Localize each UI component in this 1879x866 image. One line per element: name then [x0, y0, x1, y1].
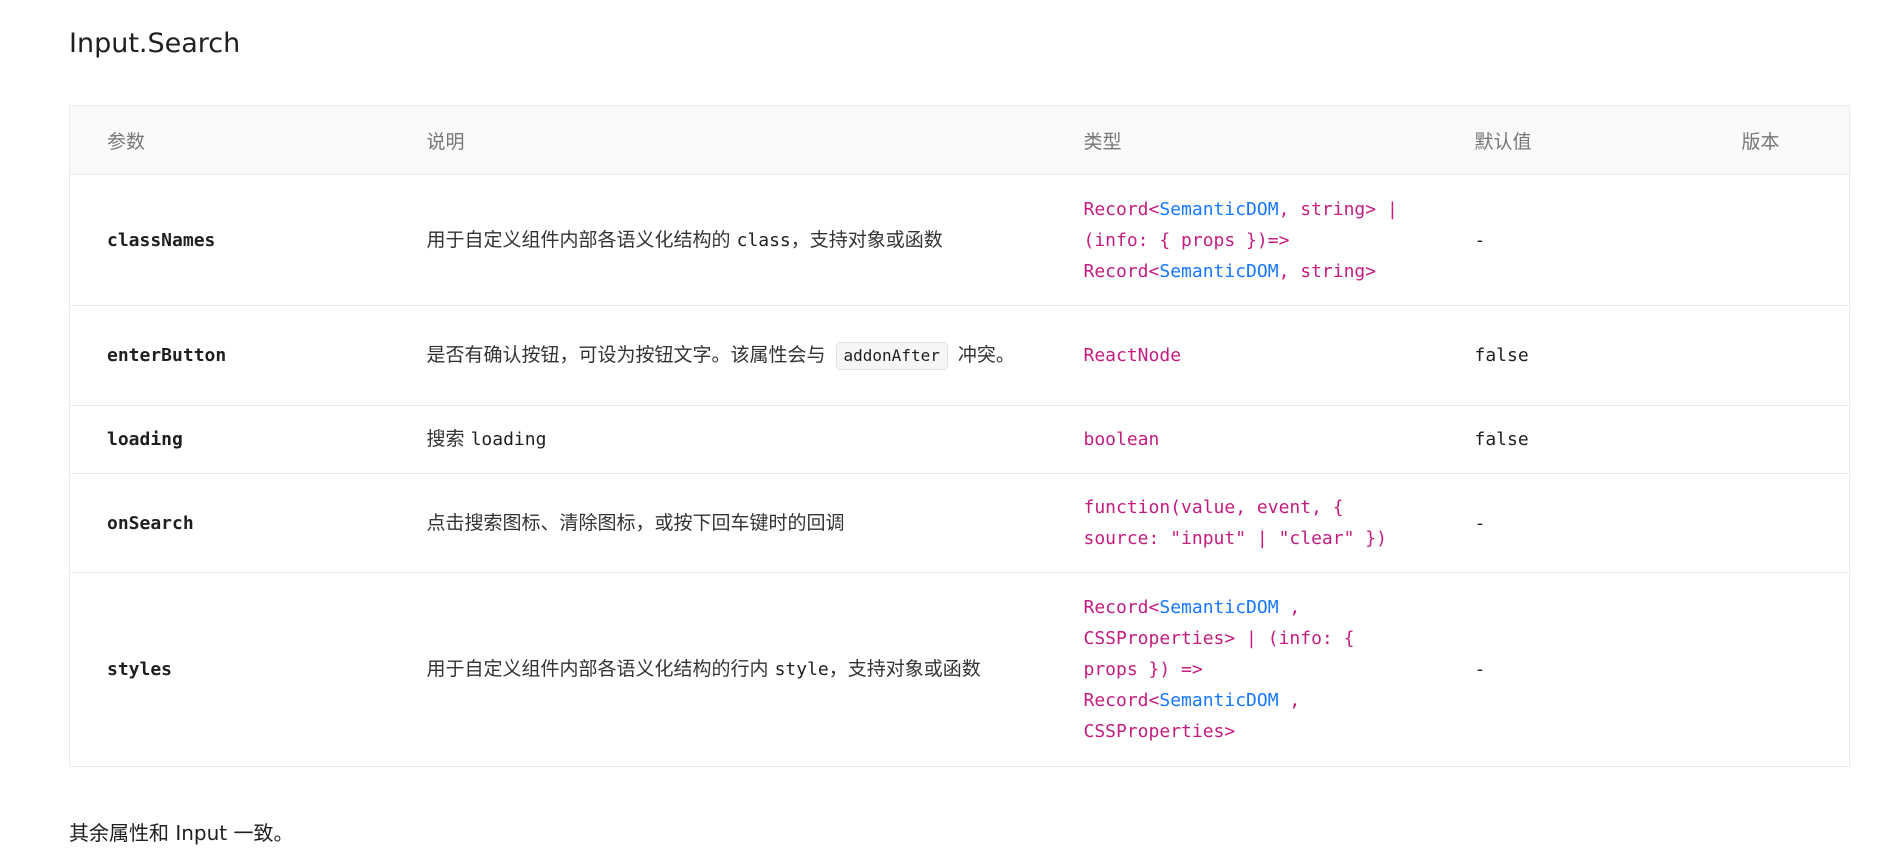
- description-code: loading: [470, 429, 547, 450]
- type-keyword: SemanticDOM: [1159, 198, 1279, 220]
- type-line: function(value, event, {: [1083, 497, 1344, 518]
- type-line: Record<SemanticDOM, string> |: [1084, 194, 1475, 225]
- table-row: classNames 用于自定义组件内部各语义化结构的 class，支持对象或函…: [69, 174, 1850, 306]
- page: Input.Search 参数 说明 类型 默认值 版本 classNames: [0, 0, 1879, 866]
- description-cell: 搜索 loading: [426, 405, 1084, 474]
- footer-note: 其余属性和 Input 一致。: [69, 821, 294, 845]
- type-line: source: "input" | "clear" }): [1083, 528, 1387, 549]
- table-header-row: 参数 说明 类型 默认值 版本: [69, 105, 1850, 175]
- table-row: enterButton 是否有确认按钮，可设为按钮文字。该属性会与 addonAf…: [69, 305, 1850, 406]
- type-token: CSSProperties>: [1083, 721, 1236, 742]
- description-text: 冲突。: [957, 344, 1015, 366]
- default-value: -: [1474, 174, 1742, 306]
- header-version: 版本: [1741, 105, 1850, 175]
- default-value: -: [1474, 572, 1742, 767]
- type-token: props }) =>: [1083, 659, 1203, 680]
- description-text: 用于自定义组件内部各语义化结构的行内: [426, 658, 769, 680]
- description-code: style: [774, 659, 829, 680]
- api-table: 参数 说明 类型 默认值 版本 classNames 用于自定义组件内部各语义化…: [69, 105, 1850, 767]
- type-token: Record<: [1083, 260, 1160, 282]
- type-line: CSSProperties>: [1084, 716, 1475, 747]
- type-token: , string> |: [1278, 198, 1398, 220]
- type-token: , string>: [1278, 260, 1377, 282]
- header-type: 类型: [1083, 105, 1475, 175]
- type-line: Record<SemanticDOM, string>: [1084, 256, 1475, 287]
- type-line: Record<SemanticDOM ,: [1084, 685, 1475, 716]
- description-cell: 点击搜索图标、清除图标，或按下回车键时的回调: [426, 473, 1084, 573]
- version-cell: [1741, 405, 1850, 474]
- default-value: false: [1474, 405, 1742, 474]
- type-token: ,: [1278, 690, 1301, 711]
- type-token: Record<: [1083, 690, 1160, 711]
- section-title: Input.Search: [69, 28, 241, 59]
- version-cell: [1741, 572, 1850, 767]
- param-name: classNames: [107, 229, 216, 251]
- table-row: loading 搜索 loading boolean false: [69, 405, 1850, 474]
- type-keyword: SemanticDOM: [1159, 690, 1279, 711]
- param-name: loading: [107, 429, 183, 450]
- param-name: styles: [107, 659, 173, 680]
- type-cell: boolean: [1083, 405, 1475, 474]
- version-cell: [1741, 473, 1850, 573]
- type-cell: Record<SemanticDOM , CSSProperties> | (i…: [1083, 572, 1475, 767]
- type-keyword: SemanticDOM: [1159, 260, 1279, 282]
- type-line: (info: { props })=>: [1084, 225, 1475, 256]
- description-text: 搜索: [426, 428, 465, 450]
- description-cell: 是否有确认按钮，可设为按钮文字。该属性会与 addonAfter 冲突。: [426, 305, 1084, 406]
- description-cell: 用于自定义组件内部各语义化结构的 class，支持对象或函数: [426, 174, 1084, 306]
- description-text: ，支持对象或函数: [790, 228, 943, 251]
- description-text: ，支持对象或函数: [828, 658, 981, 680]
- inline-code-tag: addonAfter: [835, 342, 948, 370]
- type-cell: ReactNode: [1083, 305, 1475, 406]
- header-param: 参数: [69, 105, 427, 175]
- default-value: -: [1474, 473, 1742, 573]
- param-name: onSearch: [107, 512, 194, 534]
- param-name: enterButton: [107, 345, 227, 366]
- type-token: ,: [1278, 597, 1301, 618]
- type-cell: function(value, event, { source: "input"…: [1083, 473, 1475, 573]
- type-keyword: SemanticDOM: [1159, 597, 1279, 618]
- header-description: 说明: [426, 105, 1084, 175]
- type-cell: Record<SemanticDOM, string> | (info: { p…: [1083, 174, 1475, 306]
- type-line: Record<SemanticDOM ,: [1084, 592, 1475, 623]
- default-value: false: [1474, 305, 1742, 406]
- type-token: (info: { props })=>: [1083, 229, 1290, 251]
- description-text: 是否有确认按钮，可设为按钮文字。该属性会与: [426, 344, 826, 366]
- type-line: props }) =>: [1084, 654, 1475, 685]
- type-token: Record<: [1083, 597, 1160, 618]
- description-text: 点击搜索图标、清除图标，或按下回车键时的回调: [426, 511, 845, 534]
- type-line: CSSProperties> | (info: {: [1084, 623, 1475, 654]
- description-cell: 用于自定义组件内部各语义化结构的行内 style，支持对象或函数: [426, 572, 1084, 767]
- version-cell: [1741, 174, 1850, 306]
- table-row: onSearch 点击搜索图标、清除图标，或按下回车键时的回调 function…: [69, 473, 1850, 573]
- version-cell: [1741, 305, 1850, 406]
- header-default: 默认值: [1474, 105, 1742, 175]
- table-row: styles 用于自定义组件内部各语义化结构的行内 style，支持对象或函数 …: [69, 572, 1850, 767]
- type-token: Record<: [1083, 198, 1160, 220]
- description-text: 用于自定义组件内部各语义化结构的: [426, 228, 731, 251]
- description-code: class: [736, 229, 791, 251]
- type-token: CSSProperties> | (info: {: [1083, 628, 1355, 649]
